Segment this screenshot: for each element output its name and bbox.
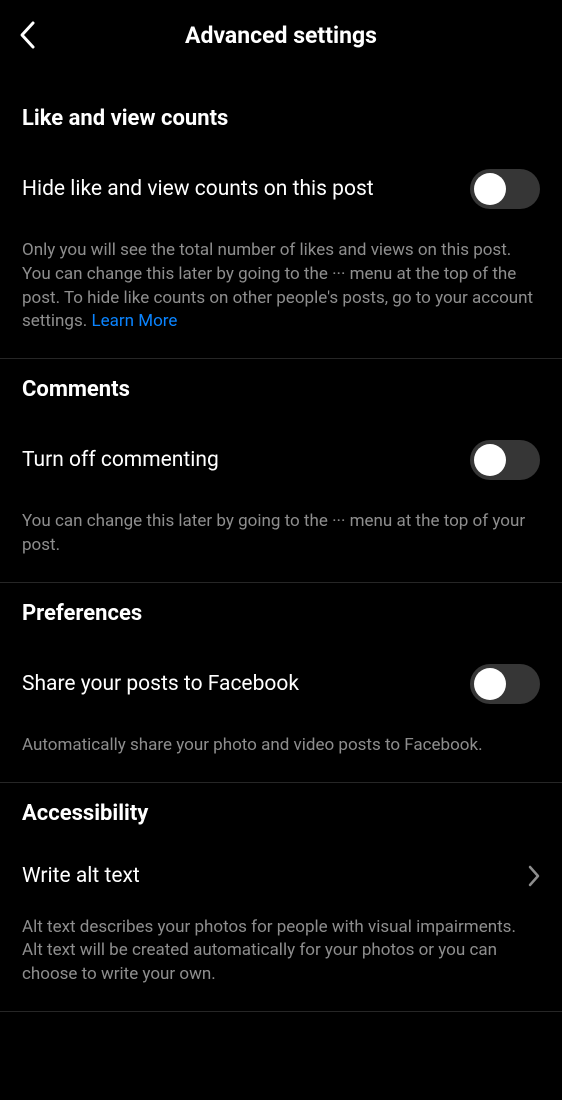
row-share-facebook: Share your posts to Facebook [22, 664, 540, 704]
section-heading-preferences: Preferences [22, 601, 540, 626]
page-title: Advanced settings [18, 22, 544, 49]
row-hide-likes: Hide like and view counts on this post [22, 169, 540, 209]
turn-off-commenting-label: Turn off commenting [22, 448, 219, 472]
header: Advanced settings [0, 0, 562, 70]
chevron-left-icon [18, 20, 36, 50]
section-comments: Comments Turn off commenting You can cha… [0, 359, 562, 583]
share-facebook-label: Share your posts to Facebook [22, 672, 299, 696]
toggle-knob [474, 444, 506, 476]
section-heading-accessibility: Accessibility [22, 801, 540, 826]
toggle-knob [474, 173, 506, 205]
section-accessibility: Accessibility Write alt text Alt text de… [0, 783, 562, 1012]
back-button[interactable] [18, 20, 36, 50]
turn-off-commenting-toggle[interactable] [470, 440, 540, 480]
chevron-right-icon [528, 865, 540, 887]
section-preferences: Preferences Share your posts to Facebook… [0, 583, 562, 783]
chevron-right-button [528, 865, 540, 887]
hide-likes-toggle[interactable] [470, 169, 540, 209]
row-write-alt-text[interactable]: Write alt text [22, 864, 540, 888]
share-facebook-toggle[interactable] [470, 664, 540, 704]
toggle-knob [474, 668, 506, 700]
alt-text-description: Alt text describes your photos for peopl… [22, 916, 540, 987]
write-alt-text-label: Write alt text [22, 864, 140, 888]
section-like-view-counts: Like and view counts Hide like and view … [0, 70, 562, 359]
section-heading-likes: Like and view counts [22, 106, 540, 131]
section-heading-comments: Comments [22, 377, 540, 402]
row-turn-off-commenting: Turn off commenting [22, 440, 540, 480]
hide-likes-label: Hide like and view counts on this post [22, 177, 374, 201]
learn-more-link[interactable]: Learn More [91, 311, 177, 331]
commenting-description: You can change this later by going to th… [22, 510, 540, 558]
hide-likes-description: Only you will see the total number of li… [22, 239, 540, 334]
share-facebook-description: Automatically share your photo and video… [22, 734, 540, 758]
